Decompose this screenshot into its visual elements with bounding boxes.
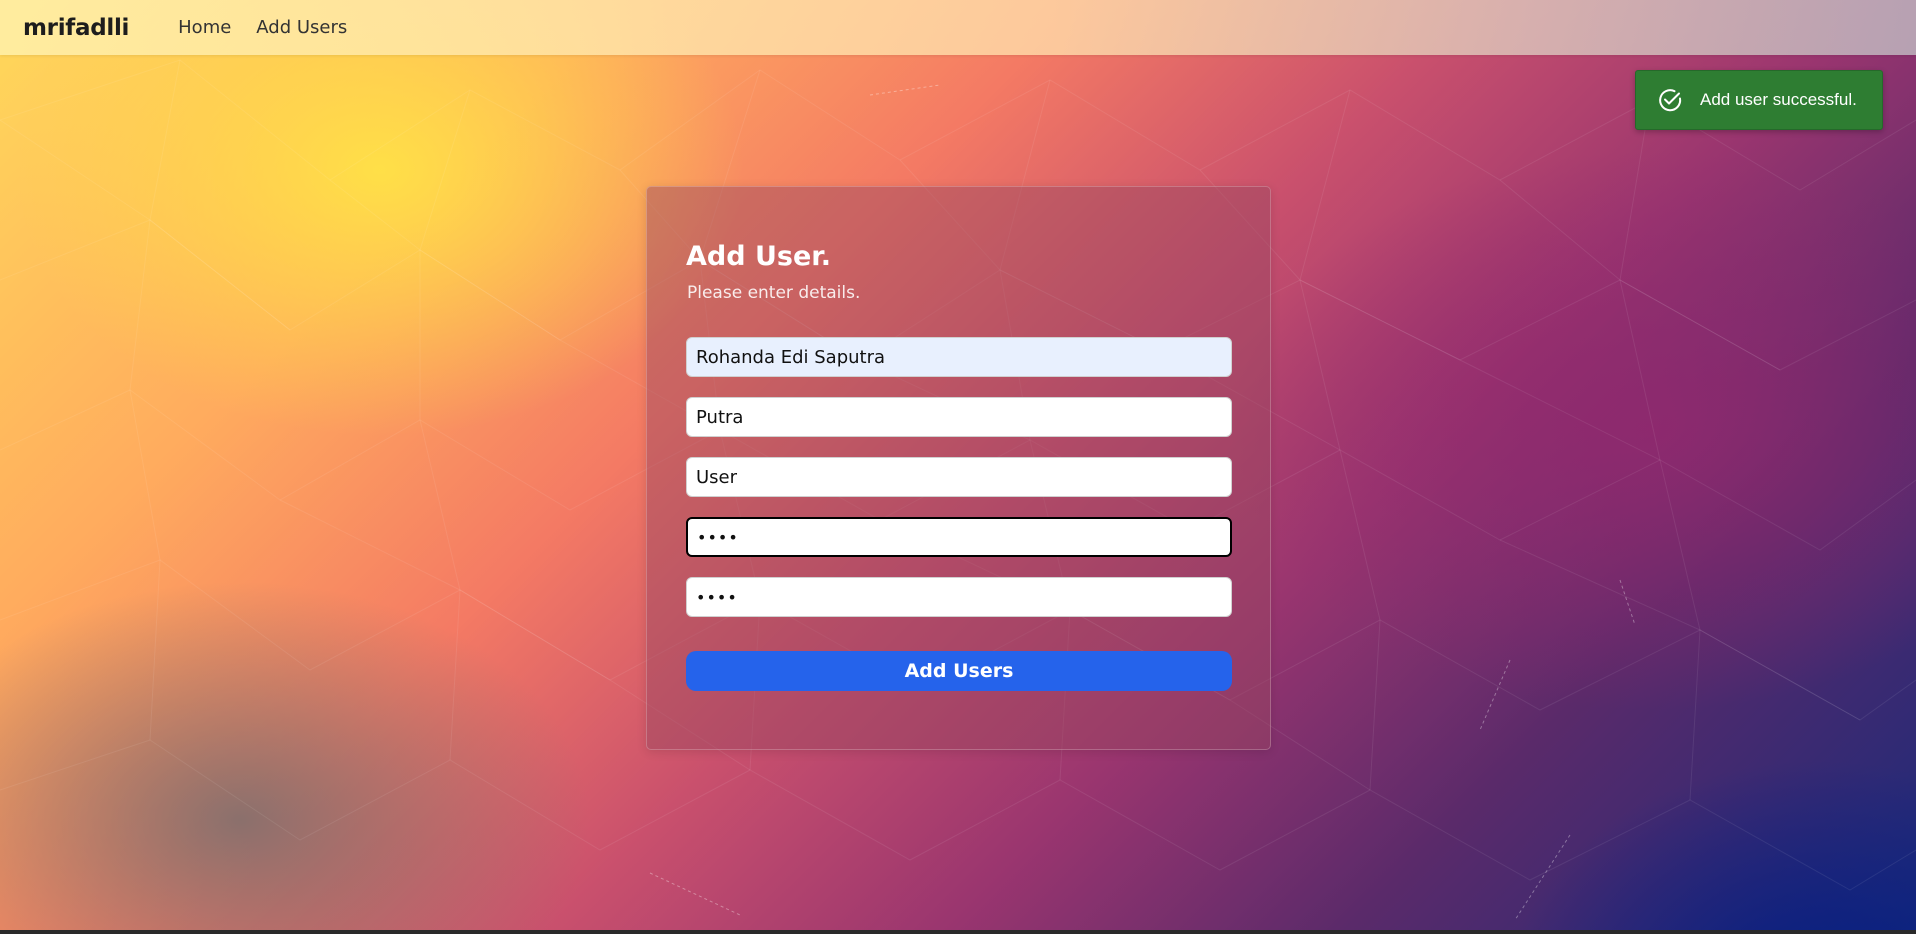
window-bottom-edge [0, 930, 1916, 934]
navbar: mrifadlli Home Add Users [0, 0, 1916, 55]
confirm-password-input[interactable] [686, 577, 1232, 617]
nav-link-add-users[interactable]: Add Users [256, 17, 347, 38]
form-subtitle: Please enter details. [687, 283, 861, 303]
nav-link-home[interactable]: Home [178, 17, 231, 38]
add-users-button[interactable]: Add Users [686, 651, 1232, 691]
form-title: Add User. [686, 241, 831, 272]
success-toast[interactable]: Add user successful. [1635, 70, 1883, 130]
password-input[interactable] [686, 517, 1232, 557]
username-input[interactable] [686, 397, 1232, 437]
brand-logo[interactable]: mrifadlli [23, 15, 129, 41]
add-user-card: Add User. Please enter details. Add User… [646, 186, 1271, 750]
check-circle-icon [1656, 86, 1684, 114]
toast-message: Add user successful. [1700, 90, 1857, 109]
name-input[interactable] [686, 337, 1232, 377]
role-input[interactable] [686, 457, 1232, 497]
